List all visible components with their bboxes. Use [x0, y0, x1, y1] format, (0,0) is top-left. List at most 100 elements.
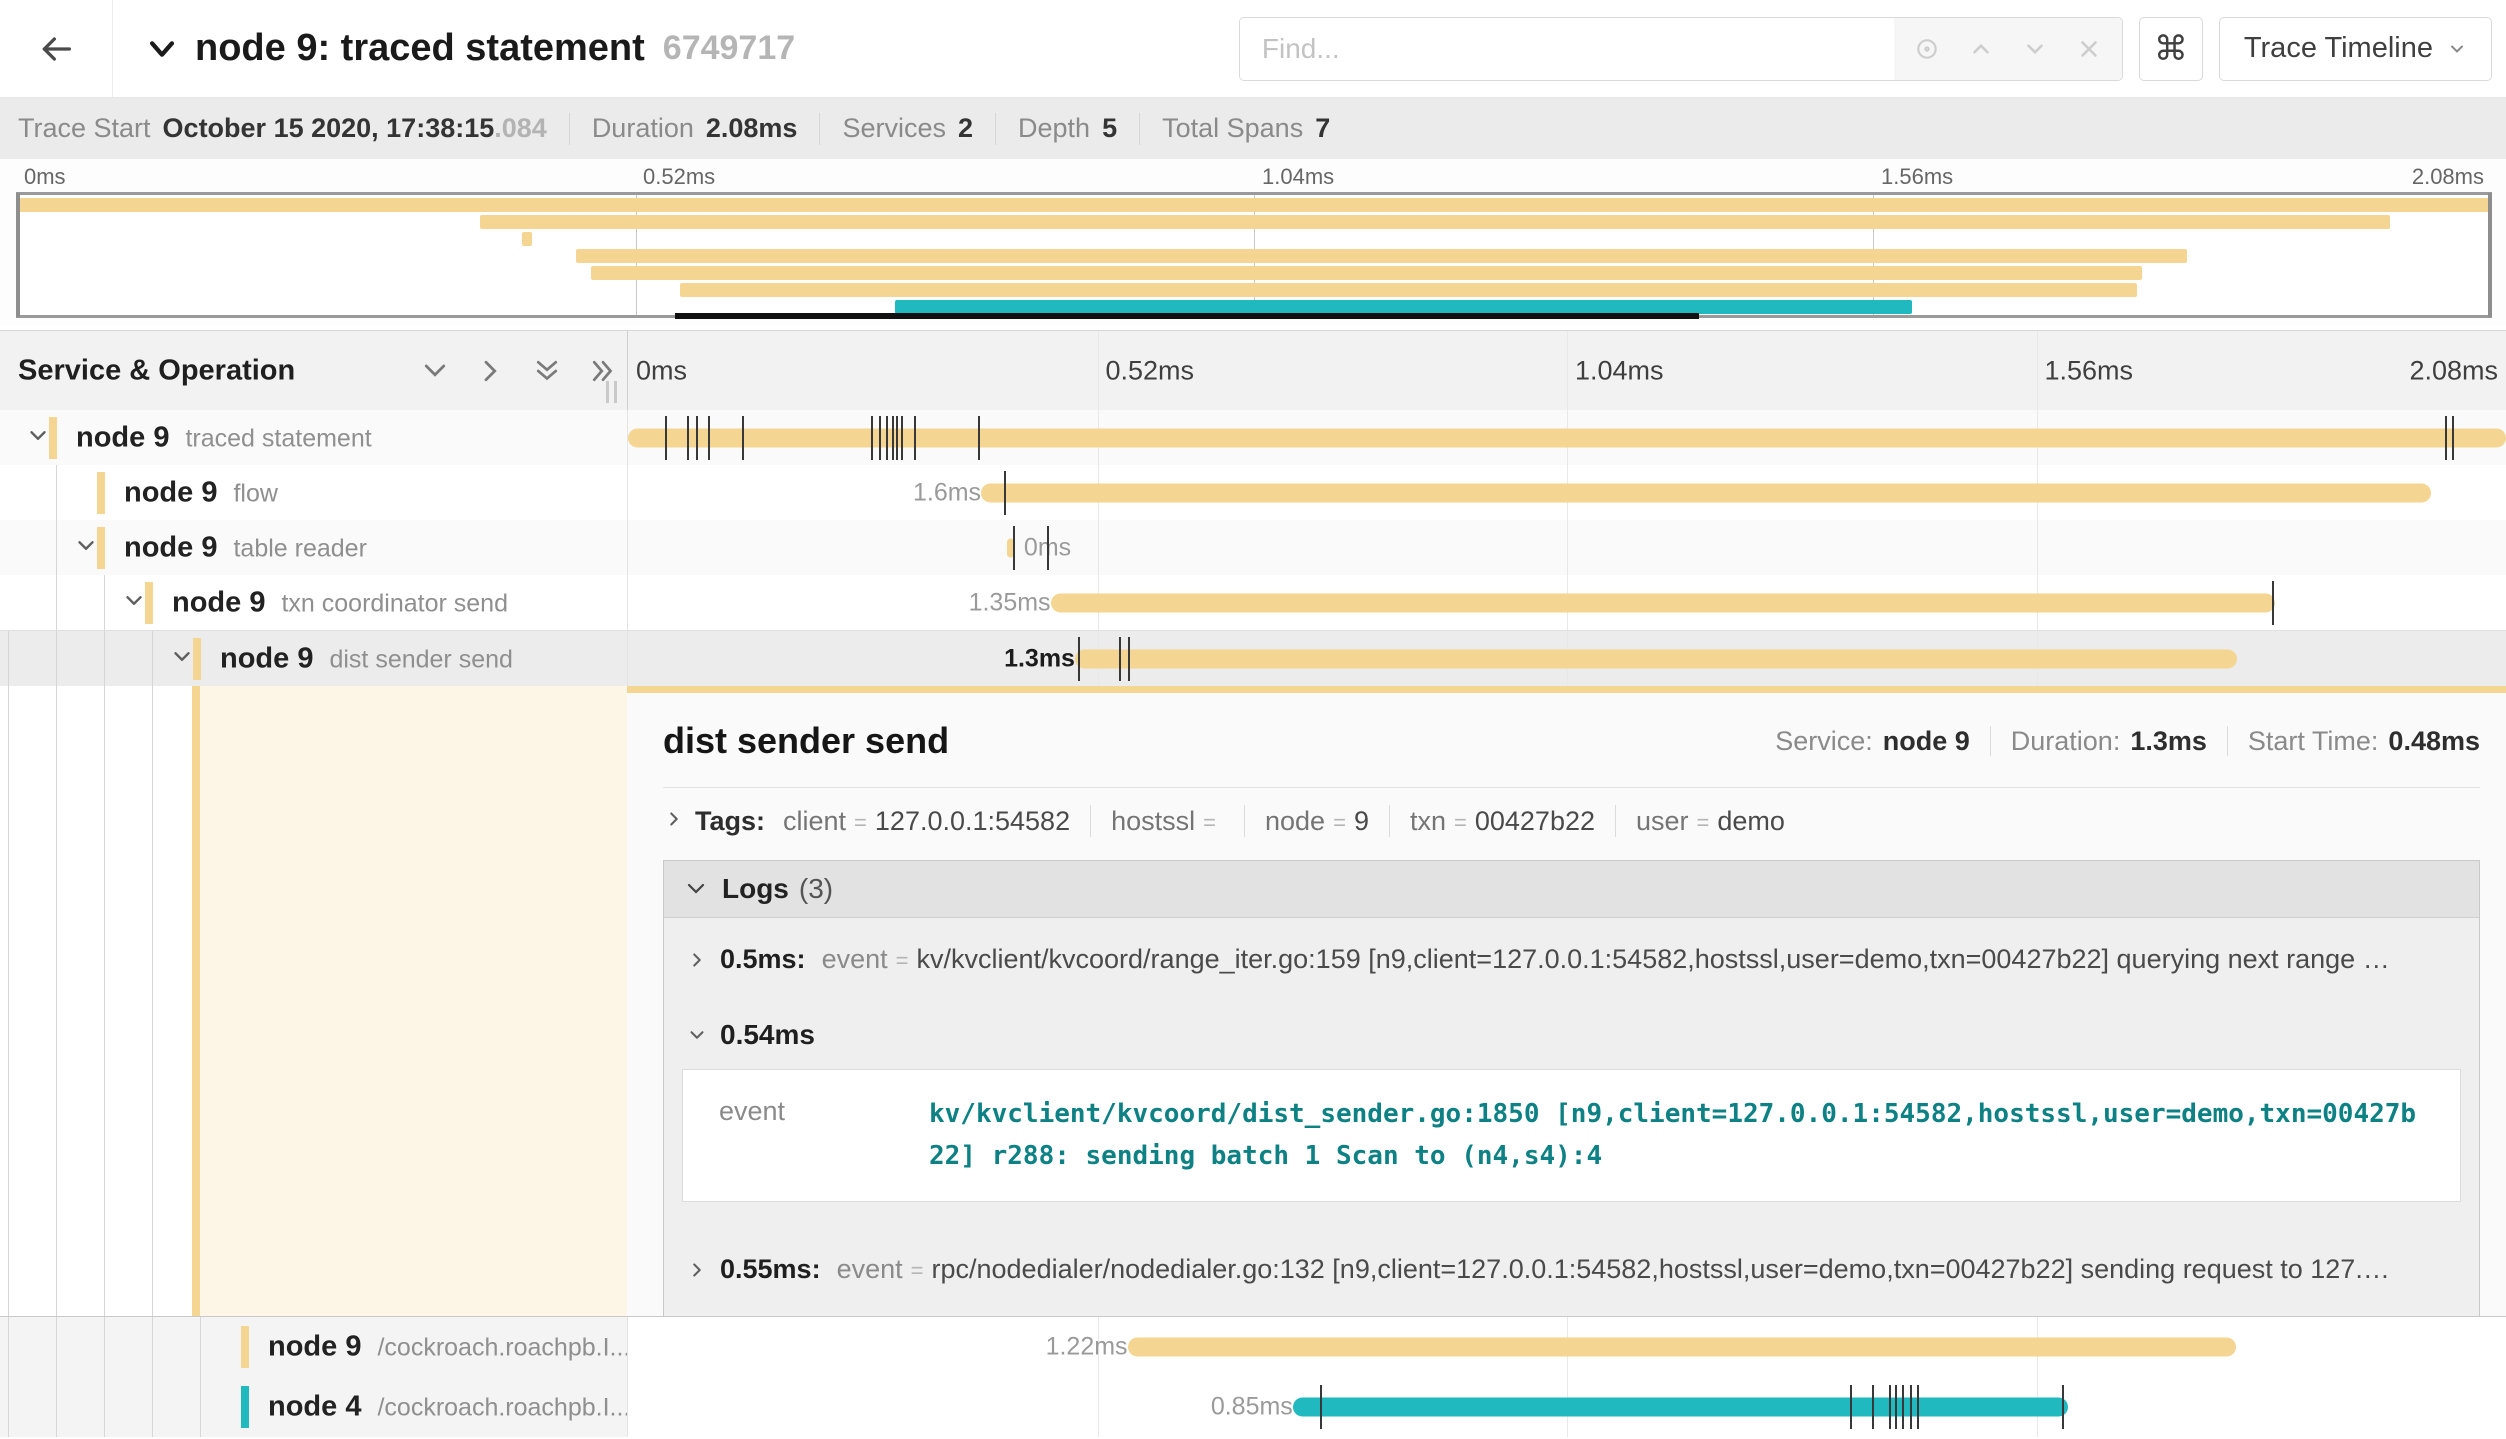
span-detail-meta: Service:node 9Duration:1.3msStart Time:0… — [1775, 726, 2480, 757]
span-row[interactable]: node 4/cockroach.roachpb.I...0.85ms — [0, 1377, 2506, 1437]
close-icon[interactable] — [2076, 36, 2102, 62]
logs-header[interactable]: Logs (3) — [664, 861, 2479, 918]
minimap-right-handle[interactable] — [2488, 193, 2492, 317]
minimap-span-bar — [680, 283, 2137, 297]
logs-count: (3) — [799, 873, 833, 905]
span-timeline-cell[interactable]: 1.35ms — [627, 575, 2506, 630]
tags-toggle-row[interactable]: Tags:client=127.0.0.1:54582hostssl=node=… — [663, 792, 2480, 850]
span-timeline-cell[interactable]: 1.6ms — [627, 465, 2506, 520]
span-timeline-cell[interactable]: 1.22ms — [627, 1317, 2506, 1377]
back-button[interactable] — [0, 0, 113, 97]
minimap-left-handle[interactable] — [16, 193, 20, 317]
keyboard-shortcuts-button[interactable]: ⌘ — [2139, 17, 2203, 81]
meta-label: Service: — [1775, 726, 1873, 757]
log-timestamp: 0.55ms: — [720, 1254, 821, 1285]
span-timeline-cell[interactable] — [627, 410, 2506, 465]
log-marker — [1917, 1385, 1919, 1429]
span-rows-below-detail: node 9/cockroach.roachpb.I...1.22msnode … — [0, 1317, 2506, 1437]
expand-collapse-controls — [420, 356, 618, 386]
divider — [1615, 805, 1616, 837]
logs-footer-note: Log timestamps are relative to the start… — [664, 1309, 2479, 1316]
chevron-down-icon[interactable] — [2022, 36, 2048, 62]
span-name-cell[interactable]: node 4/cockroach.roachpb.I... — [0, 1377, 627, 1437]
span-row[interactable]: node 9traced statement — [0, 410, 2506, 465]
span-duration-bar[interactable] — [628, 428, 2506, 447]
trace-minimap: 0ms0.52ms1.04ms1.56ms2.08ms — [0, 159, 2506, 325]
log-field-value: rpc/nodedialer/nodedialer.go:132 [n9,cli… — [932, 1254, 2460, 1285]
span-row[interactable]: node 9table reader0ms — [0, 520, 2506, 575]
tag-item: txn=00427b22 — [1410, 806, 1595, 837]
logs-section: Logs (3) 0.5ms:event=kv/kvclient/kvcoord… — [663, 860, 2480, 1316]
span-duration-bar[interactable] — [981, 483, 2431, 502]
view-dropdown[interactable]: Trace Timeline — [2219, 17, 2492, 81]
span-expander[interactable] — [25, 422, 51, 453]
span-timeline-cell[interactable]: 0.85ms — [627, 1377, 2506, 1437]
log-field-table: eventkv/kvclient/kvcoord/dist_sender.go:… — [682, 1069, 2461, 1202]
span-timeline-cell[interactable]: 0ms — [627, 520, 2506, 575]
span-duration-bar[interactable] — [1075, 649, 2237, 668]
span-expander[interactable] — [121, 587, 147, 618]
log-entry-collapsed[interactable]: 0.55ms:event=rpc/nodedialer/nodedialer.g… — [664, 1228, 2479, 1309]
span-expander[interactable] — [73, 532, 99, 563]
indent-guide — [56, 575, 57, 630]
expand-one-icon[interactable] — [476, 356, 506, 386]
span-row[interactable]: node 9/cockroach.roachpb.I...1.22ms — [0, 1317, 2506, 1377]
log-marker — [871, 416, 873, 460]
span-row[interactable]: node 9txn coordinator send1.35ms — [0, 575, 2506, 630]
span-row[interactable]: node 9flow1.6ms — [0, 465, 2506, 520]
log-marker — [1889, 1385, 1891, 1429]
minimap-span-row — [17, 283, 2491, 297]
equals-sign: = — [1697, 810, 1710, 836]
span-detail-panel: dist sender send Service:node 9Duration:… — [627, 686, 2506, 1316]
indent-guide — [56, 631, 57, 686]
span-duration-bar[interactable] — [1293, 1398, 2069, 1417]
span-expander[interactable] — [169, 643, 195, 674]
equals-sign: = — [896, 948, 909, 974]
operation-name: dist sender send — [329, 645, 512, 674]
tag-key: hostssl — [1111, 806, 1195, 837]
span-name-cell[interactable]: node 9flow — [0, 465, 627, 520]
minimap-tick-label: 2.08ms — [2412, 164, 2484, 190]
minimap-span-row — [17, 249, 2491, 263]
crosshair-icon[interactable] — [1914, 36, 1940, 62]
indent-guide — [8, 1377, 9, 1437]
log-marker — [1320, 1385, 1322, 1429]
indent-guide — [200, 1377, 201, 1437]
span-name-cell[interactable]: node 9/cockroach.roachpb.I... — [0, 1317, 627, 1377]
span-name-cell[interactable]: node 9txn coordinator send — [0, 575, 627, 630]
meta-label: Start Time: — [2248, 726, 2379, 757]
log-entry-collapsed[interactable]: 0.5ms:event=kv/kvclient/kvcoord/range_it… — [664, 918, 2479, 999]
span-timeline-cell[interactable]: 1.3ms — [627, 631, 2506, 686]
summary-value-fraction: .084 — [494, 113, 547, 144]
span-name-cell[interactable]: node 9table reader — [0, 520, 627, 575]
span-name-cell[interactable]: node 9traced statement — [0, 410, 627, 465]
app-header: node 9: traced statement 6749717 ⌘ Trace… — [0, 0, 2506, 98]
summary-value: 5 — [1102, 113, 1117, 144]
chevron-down-icon — [73, 532, 99, 558]
minimap-viewport-indicator[interactable] — [675, 313, 1699, 319]
collapse-one-icon[interactable] — [420, 356, 450, 386]
tag-value: 127.0.0.1:54582 — [875, 806, 1070, 837]
minimap-axis: 0ms0.52ms1.04ms1.56ms2.08ms — [16, 161, 2492, 191]
find-input[interactable] — [1240, 18, 1894, 80]
collapse-all-icon[interactable] — [532, 356, 562, 386]
service-operation-title: Service & Operation — [18, 355, 295, 388]
span-duration-bar[interactable] — [1128, 1338, 2236, 1357]
equals-sign: = — [1203, 810, 1216, 836]
span-detail-header: dist sender send Service:node 9Duration:… — [663, 709, 2480, 773]
span-duration-bar[interactable] — [1051, 593, 2275, 612]
timeline-tick-label: 1.56ms — [2045, 356, 2134, 387]
log-marker — [665, 416, 667, 460]
minimap-canvas[interactable] — [16, 192, 2492, 318]
timeline-ticks-header: 0ms0.52ms1.04ms1.56ms2.08ms — [628, 331, 2506, 411]
column-resize-handle[interactable] — [606, 381, 617, 403]
tag-key: node — [1265, 806, 1325, 837]
log-entry-expanded-header[interactable]: 0.54ms — [664, 999, 2479, 1067]
indent-guide — [8, 1317, 9, 1377]
span-name-cell[interactable]: node 9dist sender send — [0, 631, 627, 686]
log-marker — [1004, 471, 1006, 515]
chevron-up-icon[interactable] — [1968, 36, 1994, 62]
span-row[interactable]: node 9dist sender send1.3ms — [0, 630, 2506, 686]
trace-collapse-toggle[interactable] — [145, 32, 179, 66]
operation-name: /cockroach.roachpb.I... — [377, 1334, 627, 1363]
